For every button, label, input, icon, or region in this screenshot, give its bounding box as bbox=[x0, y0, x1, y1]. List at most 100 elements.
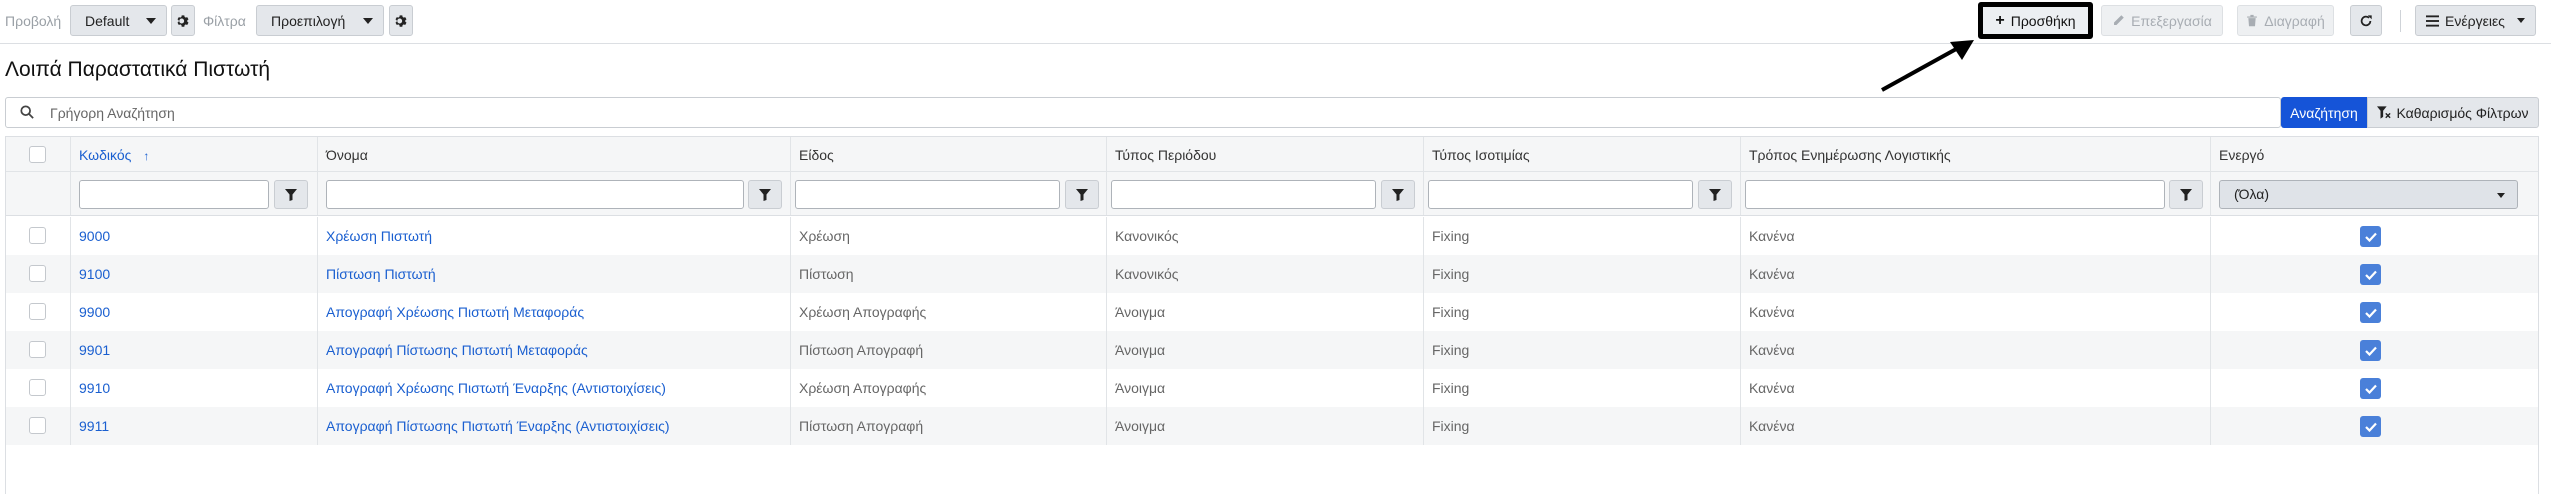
table-row[interactable]: 9900 Απογραφή Χρέωσης Πιστωτή Μεταφοράς Χρ… bbox=[6, 293, 2538, 331]
cell-code-text[interactable]: 9900 bbox=[79, 304, 110, 320]
active-checkbox bbox=[2360, 416, 2381, 437]
filter-kind-input[interactable] bbox=[795, 180, 1060, 209]
cell-name-text[interactable]: Απογραφή Χρέωσης Πιστωτή Μεταφοράς bbox=[326, 304, 584, 320]
cell-name-text[interactable]: Χρέωση Πιστωτή bbox=[326, 228, 432, 244]
add-button[interactable]: + Προσθήκη bbox=[1978, 2, 2093, 39]
table-row[interactable]: 9100 Πίστωση Πιστωτή Πίστωση Κανονικός Fixin… bbox=[6, 255, 2538, 293]
header-name[interactable]: Όνομα bbox=[318, 137, 791, 171]
cell-period-type: Άνοιγμα bbox=[1107, 293, 1424, 331]
cell-code: 9100 bbox=[71, 255, 318, 293]
chevron-down-icon bbox=[2497, 193, 2505, 198]
row-select-cell bbox=[6, 293, 71, 331]
header-active[interactable]: Ενεργό bbox=[2211, 137, 2538, 171]
trash-icon bbox=[2247, 14, 2258, 27]
cell-period-type-text: Κανονικός bbox=[1115, 228, 1179, 244]
row-select-checkbox[interactable] bbox=[29, 417, 46, 434]
filter-preset-value: Προεπιλογή bbox=[271, 12, 346, 29]
cell-name-text[interactable]: Απογραφή Πίστωσης Πιστωτή Μεταφοράς bbox=[326, 342, 588, 358]
clear-filters-label: Καθαρισμός Φίλτρων bbox=[2396, 104, 2529, 121]
cell-accounting-mode-text: Κανένα bbox=[1749, 418, 1795, 434]
cell-name-text[interactable]: Πίστωση Πιστωτή bbox=[326, 266, 436, 282]
cell-accounting-mode-text: Κανένα bbox=[1749, 228, 1795, 244]
annotation-arrow bbox=[1881, 40, 1974, 92]
header-accounting-mode[interactable]: Τρόπος Ενημέρωσης Λογιστικής bbox=[1741, 137, 2211, 171]
view-settings-button[interactable] bbox=[171, 5, 195, 36]
cell-code-text[interactable]: 9100 bbox=[79, 266, 110, 282]
check-icon bbox=[2364, 232, 2377, 242]
filter-parity-type-button[interactable] bbox=[1698, 180, 1732, 209]
cell-code-text[interactable]: 9901 bbox=[79, 342, 110, 358]
filter-active-select[interactable]: (Όλα) bbox=[2219, 180, 2518, 209]
cell-accounting-mode-text: Κανένα bbox=[1749, 304, 1795, 320]
filter-name-button[interactable] bbox=[748, 180, 782, 209]
quick-search-input[interactable] bbox=[48, 102, 2248, 124]
cell-parity-type-text: Fixing bbox=[1432, 380, 1470, 396]
filter-preset-select[interactable]: Προεπιλογή bbox=[256, 5, 384, 36]
quick-search-box bbox=[5, 97, 2281, 128]
row-select-checkbox[interactable] bbox=[29, 227, 46, 244]
row-select-checkbox[interactable] bbox=[29, 379, 46, 396]
cell-kind: Πίστωση Απογραφή bbox=[791, 331, 1107, 369]
filter-name-cell bbox=[318, 172, 791, 215]
filter-code-button[interactable] bbox=[274, 180, 308, 209]
filter-period-type-input[interactable] bbox=[1111, 180, 1376, 209]
table-row[interactable]: 9000 Χρέωση Πιστωτή Χρέωση Κανονικός Fixing Κ… bbox=[6, 217, 2538, 255]
row-select-checkbox[interactable] bbox=[29, 265, 46, 282]
cell-kind: Χρέωση bbox=[791, 217, 1107, 255]
filter-period-type-button[interactable] bbox=[1381, 180, 1415, 209]
check-icon bbox=[2364, 384, 2377, 394]
filter-kind-cell bbox=[791, 172, 1107, 215]
clear-filters-button[interactable]: Καθαρισμός Φίλτρων bbox=[2367, 97, 2539, 128]
header-accounting-mode-label: Τρόπος Ενημέρωσης Λογιστικής bbox=[1749, 147, 1951, 163]
header-period-type[interactable]: Τύπος Περιόδου bbox=[1107, 137, 1424, 171]
active-checkbox bbox=[2360, 264, 2381, 285]
table-row[interactable]: 9910 Απογραφή Χρέωσης Πιστωτή Έναρξης (Αν… bbox=[6, 369, 2538, 407]
filter-active-cell: (Όλα) bbox=[2211, 172, 2538, 215]
view-select[interactable]: Default bbox=[70, 5, 167, 36]
filter-kind-button[interactable] bbox=[1065, 180, 1099, 209]
row-select-checkbox[interactable] bbox=[29, 341, 46, 358]
header-parity-type-label: Τύπος Ισοτιμίας bbox=[1432, 147, 1530, 163]
cell-name-text[interactable]: Απογραφή Πίστωσης Πιστωτή Έναρξης (Αντισ… bbox=[326, 418, 670, 434]
refresh-icon bbox=[2360, 14, 2372, 26]
header-code[interactable]: Κωδικός ↑ bbox=[71, 137, 318, 171]
filter-accounting-mode-input[interactable] bbox=[1745, 180, 2165, 209]
actions-menu-button[interactable]: Ενέργειες bbox=[2415, 5, 2536, 36]
cell-parity-type: Fixing bbox=[1424, 331, 1741, 369]
cell-period-type-text: Άνοιγμα bbox=[1115, 304, 1166, 320]
filter-name-input[interactable] bbox=[326, 180, 744, 209]
cell-code-text[interactable]: 9911 bbox=[79, 418, 109, 434]
cell-parity-type-text: Fixing bbox=[1432, 304, 1470, 320]
table-row[interactable]: 9911 Απογραφή Πίστωσης Πιστωτή Έναρξης (Α… bbox=[6, 407, 2538, 445]
actions-menu-label: Ενέργειες bbox=[2445, 12, 2505, 29]
header-kind[interactable]: Είδος bbox=[791, 137, 1107, 171]
edit-button[interactable]: Επεξεργασία bbox=[2101, 5, 2223, 36]
filter-code-input[interactable] bbox=[79, 180, 269, 209]
filter-parity-type-input[interactable] bbox=[1428, 180, 1693, 209]
cell-parity-type: Fixing bbox=[1424, 217, 1741, 255]
cell-code-text[interactable]: 9000 bbox=[79, 228, 110, 244]
cell-code-text[interactable]: 9910 bbox=[79, 380, 110, 396]
cell-accounting-mode-text: Κανένα bbox=[1749, 266, 1795, 282]
grid-filter-row: (Όλα) bbox=[6, 172, 2538, 216]
row-select-checkbox[interactable] bbox=[29, 303, 46, 320]
cell-period-type: Κανονικός bbox=[1107, 217, 1424, 255]
table-row[interactable]: 9901 Απογραφή Πίστωσης Πιστωτή Μεταφοράς Π… bbox=[6, 331, 2538, 369]
header-parity-type[interactable]: Τύπος Ισοτιμίας bbox=[1424, 137, 1741, 171]
header-name-label: Όνομα bbox=[326, 147, 368, 163]
cell-kind-text: Πίστωση Απογραφή bbox=[799, 342, 924, 358]
refresh-button[interactable] bbox=[2350, 5, 2382, 36]
check-icon bbox=[2364, 422, 2377, 432]
filter-accounting-mode-button[interactable] bbox=[2169, 180, 2203, 209]
cell-accounting-mode: Κανένα bbox=[1741, 255, 2211, 293]
filter-settings-button[interactable] bbox=[389, 5, 413, 36]
cell-name-text[interactable]: Απογραφή Χρέωσης Πιστωτή Έναρξης (Αντιστ… bbox=[326, 380, 666, 396]
add-button-label: Προσθήκη bbox=[2010, 12, 2076, 29]
delete-button[interactable]: Διαγραφή bbox=[2237, 5, 2334, 36]
cell-accounting-mode-text: Κανένα bbox=[1749, 380, 1795, 396]
filter-icon bbox=[1392, 188, 1404, 201]
cell-kind-text: Χρέωση Απογραφής bbox=[799, 380, 927, 396]
cell-period-type: Άνοιγμα bbox=[1107, 407, 1424, 445]
select-all-checkbox[interactable] bbox=[29, 146, 46, 163]
search-button[interactable]: Αναζήτηση bbox=[2281, 97, 2367, 128]
